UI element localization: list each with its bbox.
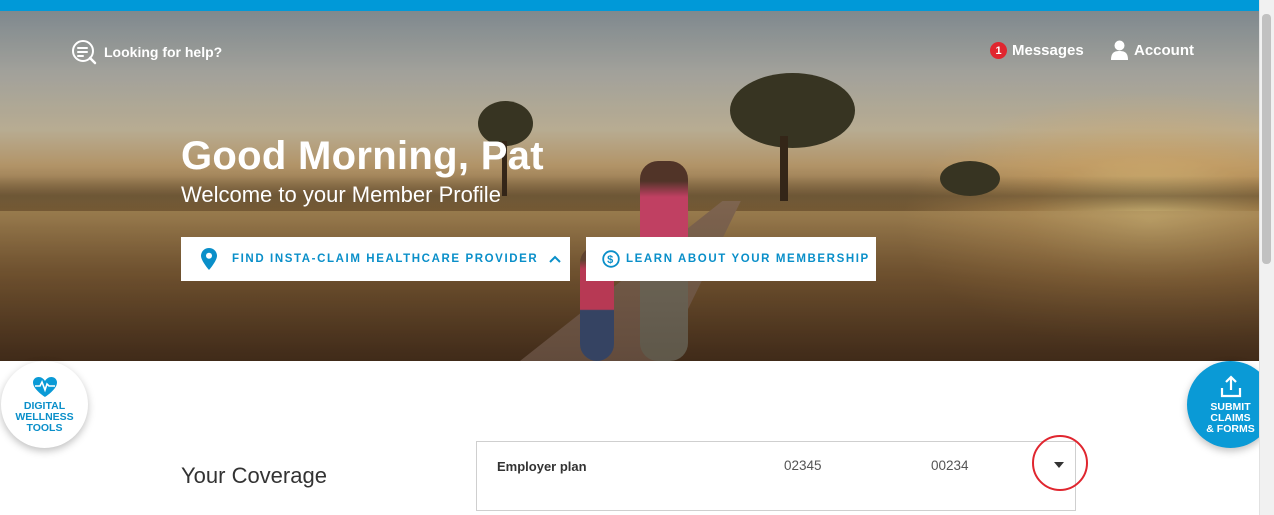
coverage-heading: Your Coverage: [181, 463, 327, 488]
messages-count-badge: 1: [990, 42, 1007, 59]
page-title: Good Morning, Pat: [181, 134, 544, 178]
learn-membership-label: LEARN ABOUT YOUR MEMBERSHIP: [626, 253, 870, 265]
user-icon: [1111, 40, 1128, 60]
plan-selector[interactable]: Employer plan 02345 00234: [476, 441, 1076, 511]
messages-link[interactable]: 1 Messages: [990, 42, 1084, 59]
page: Looking for help? 1 Messages Account Goo…: [0, 0, 1274, 515]
learn-membership-button[interactable]: $ LEARN ABOUT YOUR MEMBERSHIP: [586, 237, 876, 281]
search-help-icon: [72, 40, 97, 65]
plan-number-secondary: 00234: [931, 458, 969, 473]
find-provider-button[interactable]: FIND INSTA-CLAIM HEALTHCARE PROVIDER: [181, 237, 570, 281]
plan-name: Employer plan: [497, 459, 587, 474]
submit-label-line2: CLAIMS: [1210, 411, 1251, 424]
wellness-label-line1: DIGITAL: [23, 399, 66, 412]
svg-text:$: $: [607, 254, 615, 266]
help-link[interactable]: Looking for help?: [71, 39, 222, 65]
account-label: Account: [1134, 41, 1194, 59]
dollar-circle-icon: $: [602, 250, 620, 268]
scrollbar[interactable]: [1259, 0, 1274, 515]
messages-label: Messages: [1012, 42, 1084, 59]
highlight-annotation: [1032, 435, 1088, 491]
help-label: Looking for help?: [104, 44, 223, 60]
submit-label-line1: SUBMIT: [1210, 400, 1251, 413]
heart-pulse-icon: [32, 376, 57, 397]
digital-wellness-tools-button[interactable]: DIGITAL WELLNESS TOOLS: [1, 361, 88, 448]
find-provider-label: FIND INSTA-CLAIM HEALTHCARE PROVIDER: [232, 253, 539, 265]
account-link[interactable]: Account: [1111, 40, 1194, 60]
hero-banner: Looking for help? 1 Messages Account Goo…: [0, 11, 1259, 361]
submit-label-line3: & FORMS: [1206, 422, 1255, 435]
chevron-up-icon: [549, 255, 562, 263]
welcome-subtitle: Welcome to your Member Profile: [181, 182, 501, 207]
upload-icon: [1220, 374, 1241, 397]
scrollbar-thumb[interactable]: [1262, 14, 1271, 264]
wellness-label-line3: TOOLS: [26, 421, 63, 434]
location-pin-icon: [201, 248, 217, 270]
top-accent-bar: [0, 0, 1274, 11]
wellness-label-line2: WELLNESS: [15, 410, 74, 423]
plan-number-primary: 02345: [784, 458, 822, 473]
